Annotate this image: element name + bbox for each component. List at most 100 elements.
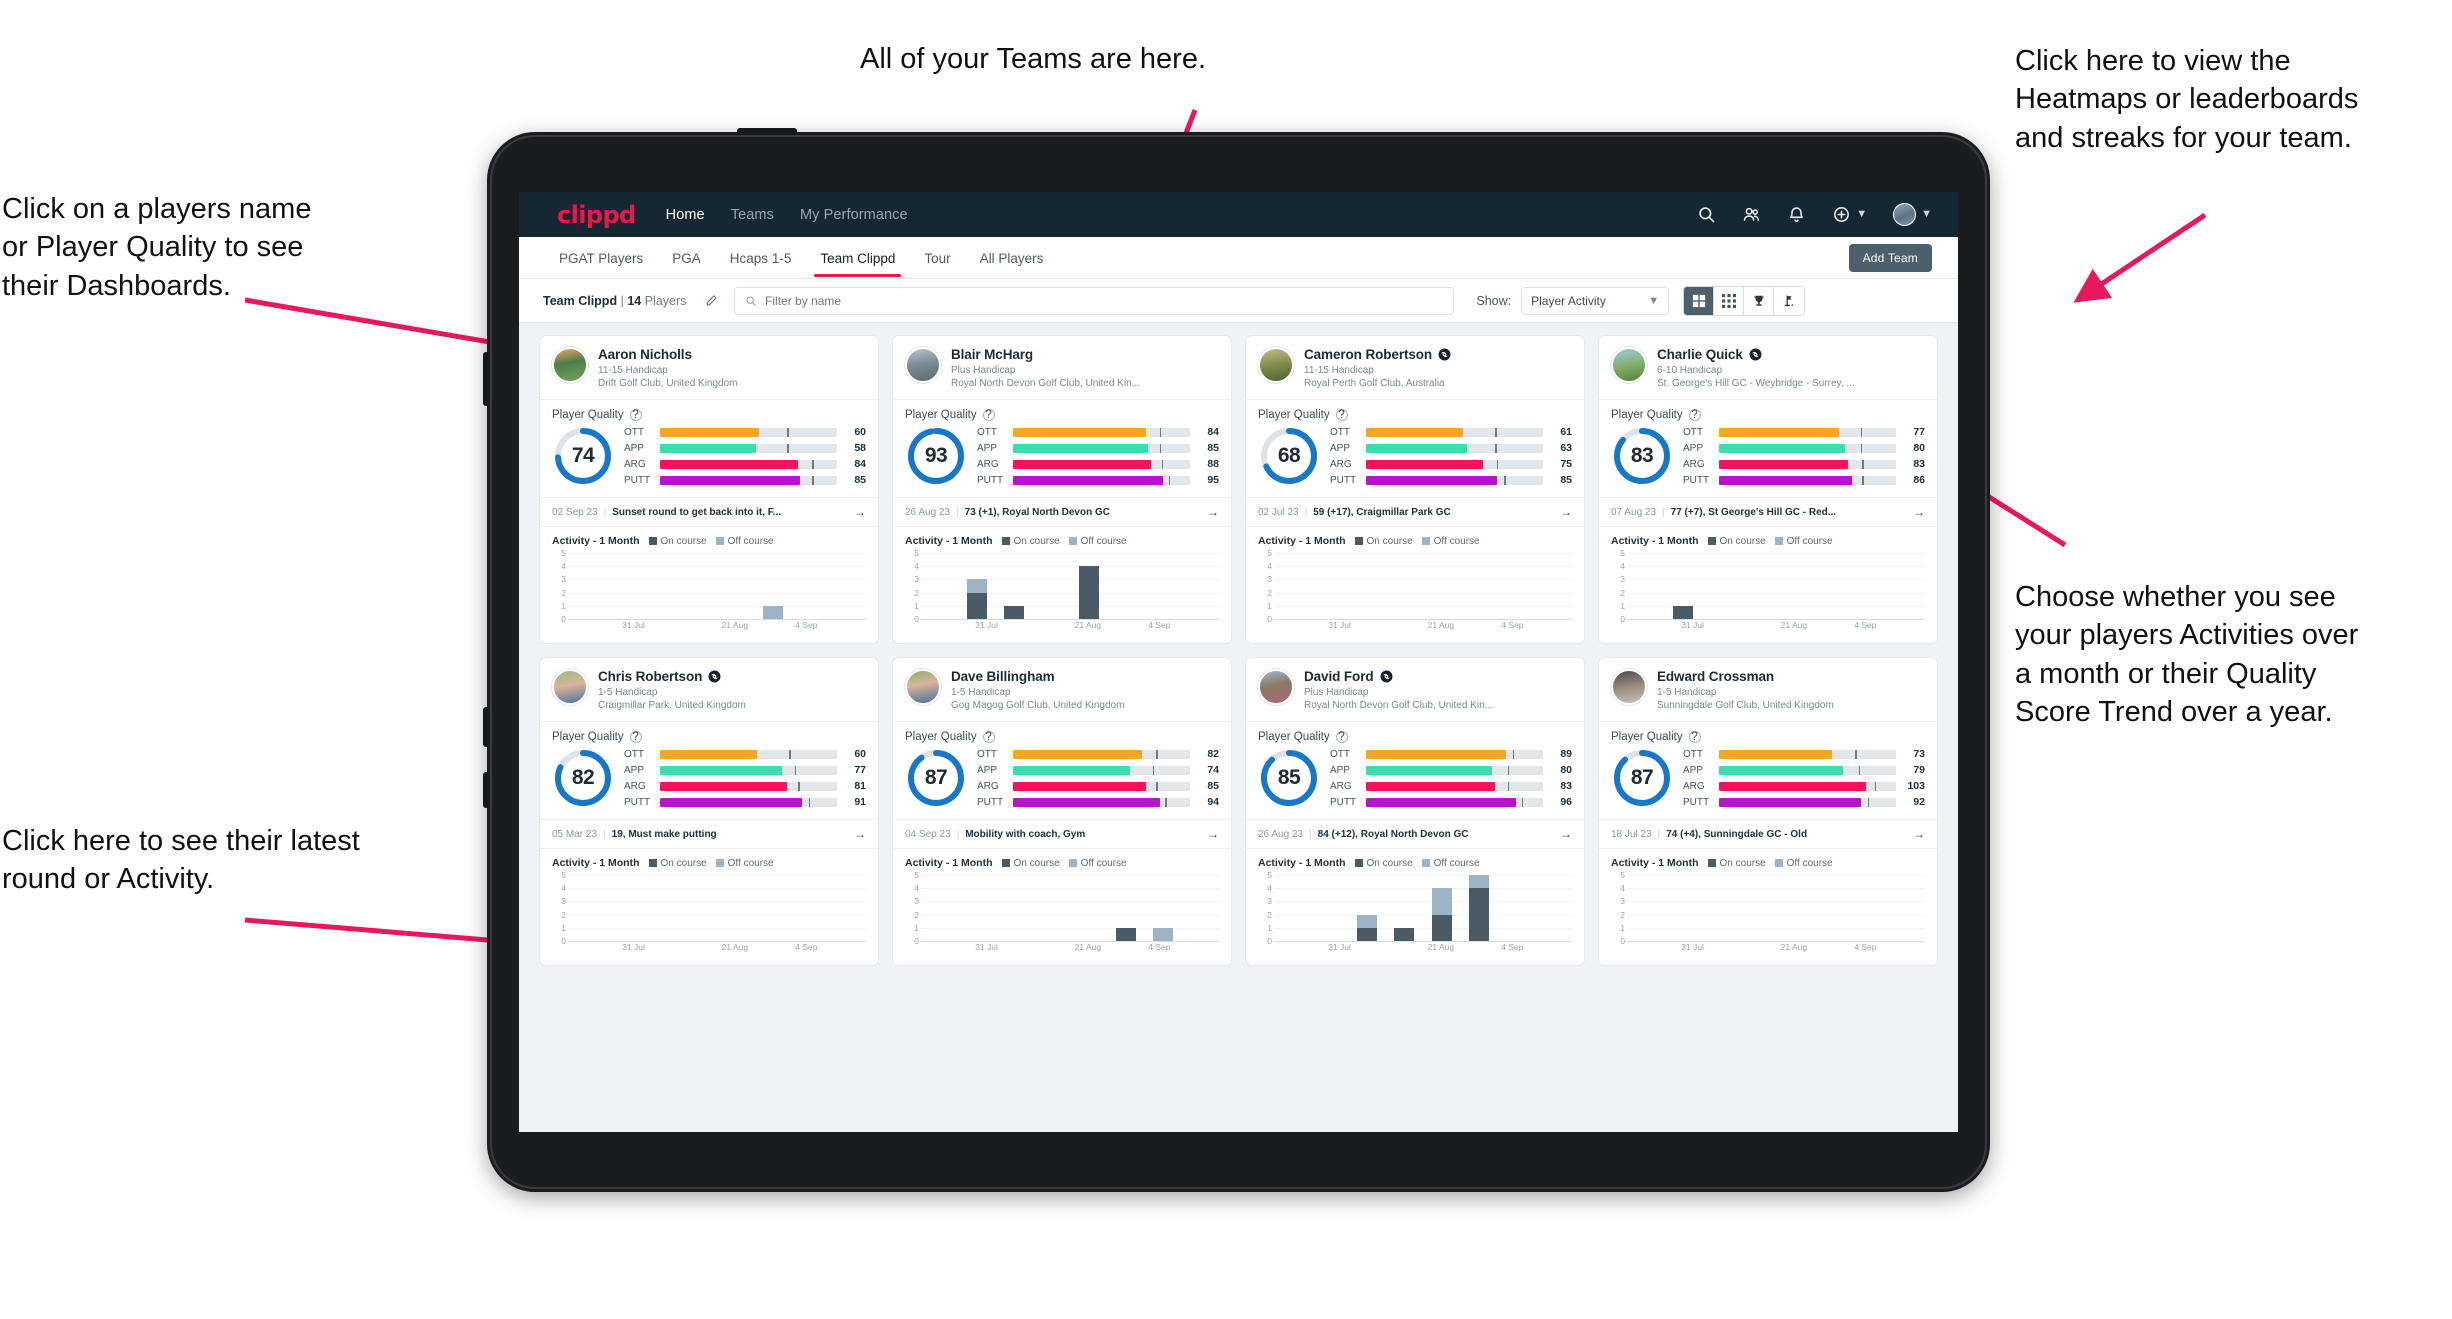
view-grid-dense-button[interactable] [1714, 286, 1745, 315]
bell-icon[interactable] [1787, 205, 1806, 224]
avatar[interactable] [552, 669, 588, 705]
player-quality-ring[interactable]: 82 [552, 747, 614, 809]
player-name[interactable]: Charlie Quick [1657, 347, 1743, 362]
player-name[interactable]: Edward Crossman [1657, 669, 1774, 684]
player-name[interactable]: Dave Billingham [951, 669, 1055, 684]
nav-link-teams[interactable]: Teams [731, 207, 774, 223]
tab-all-players[interactable]: All Players [978, 240, 1046, 276]
player-card[interactable]: Blair McHarg Plus Handicap Royal North Dev… [892, 335, 1232, 644]
help-icon[interactable]: ? [982, 409, 995, 421]
player-card[interactable]: Dave Billingham 1-5 Handicap Gog Magog Gol… [892, 657, 1232, 966]
player-card-header[interactable]: David Ford Plus Handicap Royal North Devon… [1246, 658, 1584, 721]
latest-round-row[interactable]: 02 Jul 23 | 59 (+17), Craigmillar Park GC → [1246, 497, 1584, 526]
tab-tour[interactable]: Tour [922, 240, 952, 276]
arrow-right-icon[interactable]: → [1207, 827, 1219, 841]
add-menu[interactable]: ▼ [1832, 205, 1867, 224]
player-card[interactable]: Cameron Robertson 11-15 Handicap Royal Per… [1245, 335, 1585, 644]
player-card-header[interactable]: Charlie Quick 6-10 Handicap St. George's H… [1599, 336, 1937, 399]
help-icon[interactable]: ? [629, 731, 642, 743]
player-quality-ring[interactable]: 87 [1611, 747, 1673, 809]
player-name[interactable]: David Ford [1304, 669, 1374, 684]
view-grid-large-button[interactable] [1684, 286, 1715, 315]
player-card[interactable]: Aaron Nicholls 11-15 Handicap Drift Golf C… [539, 335, 879, 644]
arrow-right-icon[interactable]: → [1913, 505, 1925, 519]
player-card[interactable]: Edward Crossman 1-5 Handicap Sunningdale G… [1598, 657, 1938, 966]
profile-menu[interactable]: ▼ [1893, 203, 1932, 226]
player-quality-body[interactable]: 83 OTT 77 APP 80 ARG 83 PUTT 86 [1599, 423, 1937, 497]
player-name[interactable]: Aaron Nicholls [598, 347, 692, 362]
player-card-header[interactable]: Cameron Robertson 11-15 Handicap Royal Per… [1246, 336, 1584, 399]
player-quality-body[interactable]: 74 OTT 60 APP 58 ARG 84 PUTT 85 [540, 423, 878, 497]
player-quality-ring[interactable]: 74 [552, 425, 614, 487]
player-name[interactable]: Blair McHarg [951, 347, 1033, 362]
plus-circle-icon[interactable] [1832, 205, 1851, 224]
player-card-header[interactable]: Edward Crossman 1-5 Handicap Sunningdale G… [1599, 658, 1937, 721]
player-name[interactable]: Chris Robertson [598, 669, 702, 684]
tab-pgat-players[interactable]: PGAT Players [557, 240, 645, 276]
search-input[interactable] [765, 293, 1444, 308]
nav-link-my-performance[interactable]: My Performance [800, 207, 908, 223]
player-card-header[interactable]: Aaron Nicholls 11-15 Handicap Drift Golf C… [540, 336, 878, 399]
people-icon[interactable] [1742, 205, 1761, 224]
player-quality-ring[interactable]: 93 [905, 425, 967, 487]
player-quality-ring[interactable]: 83 [1611, 425, 1673, 487]
avatar[interactable] [905, 347, 941, 383]
arrow-right-icon[interactable]: → [1207, 505, 1219, 519]
arrow-right-icon[interactable]: → [1560, 505, 1572, 519]
player-quality-ring[interactable]: 68 [1258, 425, 1320, 487]
latest-round-row[interactable]: 26 Aug 23 | 73 (+1), Royal North Devon GC → [893, 497, 1231, 526]
player-card-header[interactable]: Dave Billingham 1-5 Handicap Gog Magog Gol… [893, 658, 1231, 721]
view-heatmap-button[interactable] [1774, 286, 1805, 315]
player-quality-body[interactable]: 87 OTT 82 APP 74 ARG 85 PUTT 94 [893, 745, 1231, 819]
arrow-right-icon[interactable]: → [854, 827, 866, 841]
player-quality-body[interactable]: 82 OTT 60 APP 77 ARG 81 PUTT 91 [540, 745, 878, 819]
help-icon[interactable]: ? [1335, 409, 1348, 421]
player-name[interactable]: Cameron Robertson [1304, 347, 1432, 362]
avatar[interactable] [1258, 669, 1294, 705]
view-leaderboard-button[interactable] [1744, 286, 1775, 315]
help-icon[interactable]: ? [1688, 409, 1701, 421]
player-quality-ring[interactable]: 85 [1258, 747, 1320, 809]
clippd-logo[interactable]: clippd [557, 201, 636, 229]
search-icon[interactable] [1697, 205, 1716, 224]
player-quality-ring[interactable]: 87 [905, 747, 967, 809]
latest-round-row[interactable]: 26 Aug 23 | 84 (+12), Royal North Devon GC… [1246, 819, 1584, 848]
player-card-header[interactable]: Blair McHarg Plus Handicap Royal North Dev… [893, 336, 1231, 399]
player-quality-body[interactable]: 93 OTT 84 APP 85 ARG 88 PUTT 95 [893, 423, 1231, 497]
tab-team-clippd[interactable]: Team Clippd [814, 240, 902, 277]
avatar[interactable] [905, 669, 941, 705]
help-icon[interactable]: ? [1335, 731, 1348, 743]
avatar[interactable] [1258, 347, 1294, 383]
help-icon[interactable]: ? [1688, 731, 1701, 743]
latest-round-row[interactable]: 07 Aug 23 | 77 (+7), St George's Hill GC -… [1599, 497, 1937, 526]
player-quality-body[interactable]: 68 OTT 61 APP 63 ARG 75 PUTT 85 [1246, 423, 1584, 497]
nav-link-home[interactable]: Home [666, 207, 705, 223]
tab-pga[interactable]: PGA [670, 240, 703, 276]
avatar[interactable] [1611, 669, 1647, 705]
latest-round-row[interactable]: 05 Mar 23 | 19, Must make putting → [540, 819, 878, 848]
chevron-down-icon: ▼ [1921, 208, 1932, 220]
help-icon[interactable]: ? [982, 731, 995, 743]
arrow-right-icon[interactable]: → [1560, 827, 1572, 841]
player-quality-body[interactable]: 87 OTT 73 APP 79 ARG 103 PUTT 92 [1599, 745, 1937, 819]
player-quality-body[interactable]: 85 OTT 89 APP 80 ARG 83 PUTT 96 [1246, 745, 1584, 819]
latest-round-row[interactable]: 04 Sep 23 | Mobility with coach, Gym → [893, 819, 1231, 848]
player-card[interactable]: Chris Robertson 1-5 Handicap Craigmillar P… [539, 657, 879, 966]
arrow-right-icon[interactable]: → [854, 505, 866, 519]
latest-round-row[interactable]: 02 Sep 23 | Sunset round to get back into … [540, 497, 878, 526]
avatar[interactable] [552, 347, 588, 383]
help-icon[interactable]: ? [629, 409, 642, 421]
add-team-button[interactable]: Add Team [1848, 243, 1932, 272]
latest-round-row[interactable]: 18 Jul 23 | 74 (+4), Sunningdale GC - Old → [1599, 819, 1937, 848]
search-field[interactable] [734, 286, 1455, 315]
tab-hcaps-1-5[interactable]: Hcaps 1-5 [728, 240, 794, 276]
player-quality-label: Player Quality [1611, 731, 1683, 743]
player-card[interactable]: David Ford Plus Handicap Royal North Devon… [1245, 657, 1585, 966]
arrow-right-icon[interactable]: → [1913, 827, 1925, 841]
show-select[interactable]: Player Activity ▼ [1521, 286, 1670, 315]
edit-team-button[interactable] [698, 288, 724, 314]
player-card-header[interactable]: Chris Robertson 1-5 Handicap Craigmillar P… [540, 658, 878, 721]
avatar[interactable] [1611, 347, 1647, 383]
avatar[interactable] [1893, 203, 1917, 226]
player-card[interactable]: Charlie Quick 6-10 Handicap St. George's H… [1598, 335, 1938, 644]
